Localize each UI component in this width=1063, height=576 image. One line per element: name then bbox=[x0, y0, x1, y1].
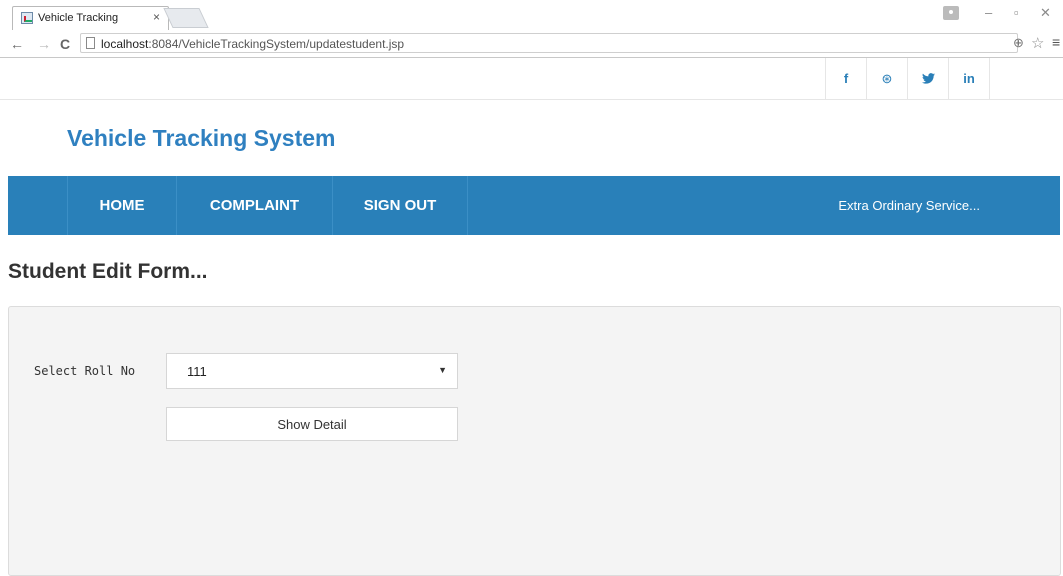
browser-chrome: Vehicle Tracking × – ▫ ✕ ← → C localhost… bbox=[0, 0, 1063, 58]
main-navbar: HOME COMPLAINT SIGN OUT Extra Ordinary S… bbox=[8, 176, 1060, 235]
site-title[interactable]: Vehicle Tracking System bbox=[67, 125, 335, 152]
page-icon bbox=[86, 37, 95, 49]
social-bar: f ⊛ in bbox=[0, 58, 1063, 100]
browser-menu-icon[interactable]: ≡ bbox=[1052, 34, 1060, 50]
url-text: localhost:8084/VehicleTrackingSystem/upd… bbox=[101, 37, 405, 51]
tab-bar: Vehicle Tracking × – ▫ ✕ bbox=[0, 0, 1063, 30]
address-bar: ← → C localhost:8084/VehicleTrackingSyst… bbox=[0, 30, 1063, 58]
facebook-icon[interactable]: f bbox=[825, 58, 866, 99]
favicon-icon bbox=[21, 12, 33, 24]
url-input[interactable]: localhost:8084/VehicleTrackingSystem/upd… bbox=[80, 33, 1018, 53]
tab-title: Vehicle Tracking bbox=[38, 12, 119, 24]
reload-icon[interactable]: C bbox=[60, 36, 70, 52]
twitter-bird-shape bbox=[921, 73, 935, 84]
show-detail-button[interactable]: Show Detail bbox=[166, 407, 458, 441]
roll-no-selected-value: 111 bbox=[187, 364, 207, 379]
forward-icon[interactable]: → bbox=[37, 36, 51, 52]
chevron-down-icon: ▼ bbox=[438, 365, 447, 375]
window-close-icon[interactable]: ✕ bbox=[1040, 5, 1051, 21]
nav-sign-out[interactable]: SIGN OUT bbox=[333, 176, 467, 235]
zoom-icon[interactable]: ⊕ bbox=[1013, 35, 1024, 51]
browser-tab[interactable]: Vehicle Tracking × bbox=[12, 6, 169, 30]
restore-icon[interactable]: ▫ bbox=[1014, 5, 1019, 20]
linkedin-icon[interactable]: in bbox=[948, 58, 989, 99]
dribbble-icon[interactable]: ⊛ bbox=[866, 58, 907, 99]
minimize-icon[interactable]: – bbox=[985, 5, 992, 20]
back-icon[interactable]: ← bbox=[10, 36, 24, 52]
nav-home[interactable]: HOME bbox=[68, 176, 176, 235]
user-profile-icon[interactable] bbox=[943, 6, 959, 20]
student-edit-form: Select Roll No 111 ▼ Show Detail bbox=[8, 306, 1061, 576]
tab-close-icon[interactable]: × bbox=[153, 10, 160, 24]
social-divider bbox=[989, 58, 991, 99]
nav-tagline: Extra Ordinary Service... bbox=[838, 198, 980, 213]
roll-no-select[interactable]: 111 ▼ bbox=[166, 353, 458, 389]
new-tab-button[interactable] bbox=[163, 8, 209, 28]
page-title: Student Edit Form... bbox=[8, 260, 208, 283]
roll-no-label: Select Roll No bbox=[34, 364, 136, 378]
twitter-icon[interactable] bbox=[907, 58, 948, 99]
nav-divider bbox=[467, 176, 468, 235]
nav-complaint[interactable]: COMPLAINT bbox=[177, 176, 332, 235]
bookmark-star-icon[interactable]: ☆ bbox=[1031, 34, 1044, 52]
